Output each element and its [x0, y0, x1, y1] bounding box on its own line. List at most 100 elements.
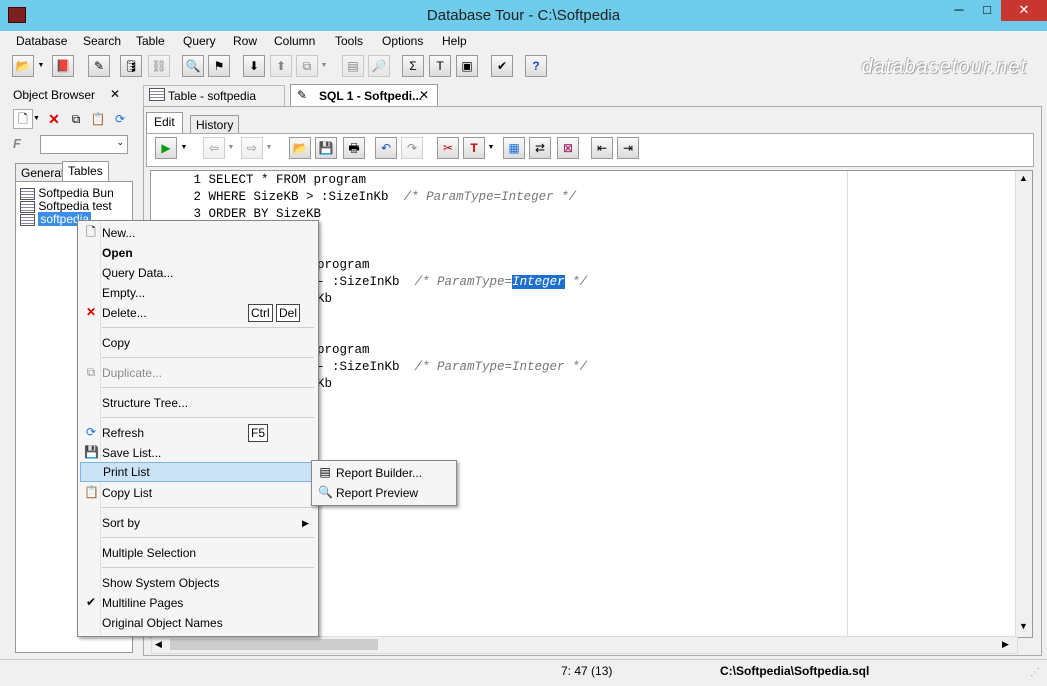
menu-help[interactable]: Help [442, 34, 467, 48]
vertical-scrollbar[interactable]: ▲ ▼ [1015, 171, 1032, 637]
edit-query-icon[interactable]: ✎ [88, 55, 110, 77]
tab-table-softpedia[interactable]: Table - softpedia [143, 85, 285, 106]
menu-item-multiline-pages[interactable]: ✔ Multiline Pages [80, 593, 314, 613]
menu-item-structure-tree[interactable]: Structure Tree... [80, 393, 314, 413]
forward-icon[interactable]: ⇨ [241, 137, 263, 159]
menu-label: Refresh [102, 426, 145, 440]
tab-tables[interactable]: Tables [62, 161, 109, 182]
import-icon[interactable]: ⬇ [243, 55, 265, 77]
execute-dropdown[interactable]: ▼ [179, 137, 189, 159]
menu-query[interactable]: Query [183, 34, 216, 48]
disconnect-icon[interactable]: ⛓ [148, 55, 170, 77]
tab-sql-1[interactable]: ✎ SQL 1 - Softpedi... ✕ [290, 84, 438, 107]
report-icon[interactable]: ▤ [342, 55, 364, 77]
duplicate-object-icon[interactable]: ⧉ [66, 109, 86, 129]
list-item[interactable]: Softpedia test [20, 199, 112, 213]
execute-icon[interactable]: ▶ [155, 137, 177, 159]
tab-edit[interactable]: Edit [146, 112, 183, 133]
delete-object-icon[interactable]: ✕ [44, 109, 64, 129]
back-icon[interactable]: ⇦ [203, 137, 225, 159]
clear-params-icon[interactable]: ✂ [437, 137, 459, 159]
menu-row[interactable]: Row [233, 34, 257, 48]
new-object-icon[interactable]: 🗋 [13, 109, 33, 129]
menu-item-report-preview[interactable]: 🔍 Report Preview [314, 483, 452, 503]
open-file-icon[interactable]: 📂 [289, 137, 311, 159]
menu-item-report-builder[interactable]: ▤ Report Builder... [314, 463, 452, 483]
open-database-icon[interactable]: 📂 [12, 55, 34, 77]
print-icon[interactable]: 🖶 [343, 137, 365, 159]
code-comment: /* ParamType=Integer */ [403, 190, 577, 204]
menu-label: Report Builder... [336, 466, 423, 480]
menu-label: Copy [102, 336, 131, 350]
menu-item-sort-by[interactable]: Sort by ▶ [80, 513, 314, 533]
database-icon[interactable]: 🛢 [120, 55, 142, 77]
close-results-icon[interactable]: ⊠ [557, 137, 579, 159]
menu-item-print-list[interactable]: Print List [80, 462, 314, 482]
menu-tools[interactable]: Tools [335, 34, 363, 48]
export-icon[interactable]: ⬆ [270, 55, 292, 77]
minimize-button[interactable]: ─ [945, 0, 973, 21]
menu-item-save-list[interactable]: 💾 Save List... [80, 443, 314, 463]
menu-column[interactable]: Column [274, 34, 315, 48]
close-database-icon[interactable]: 📕 [52, 55, 74, 77]
copy-records-icon[interactable]: ⧉ [296, 55, 318, 77]
help-icon[interactable]: ? [525, 55, 547, 77]
menu-item-query-data[interactable]: Query Data... [80, 263, 314, 283]
menu-options[interactable]: Options [382, 34, 423, 48]
menu-item-empty[interactable]: Empty... [80, 283, 314, 303]
menu-item-open[interactable]: Open [80, 243, 314, 263]
scroll-left-icon[interactable]: ◀ [155, 639, 162, 650]
scroll-thumb[interactable] [170, 639, 378, 650]
scroll-up-icon[interactable]: ▲ [1019, 173, 1028, 183]
save-file-icon[interactable]: 💾 [315, 137, 337, 159]
open-database-dropdown[interactable]: ▼ [36, 55, 46, 77]
resize-grip-icon[interactable]: ⋰ [1030, 667, 1040, 678]
bookmark-icon[interactable]: ⚑ [208, 55, 230, 77]
magnifier-icon: 🔍 [318, 485, 333, 499]
tab-close-icon[interactable]: ✕ [419, 88, 429, 102]
indent-icon[interactable]: ⇥ [617, 137, 639, 159]
text-format-dropdown[interactable]: ▼ [486, 137, 496, 159]
check-icon[interactable]: ✔ [491, 55, 513, 77]
text-format-icon[interactable]: T [463, 137, 485, 159]
menu-label: Print List [103, 465, 150, 479]
copy-object-icon[interactable]: 📋 [88, 109, 108, 129]
back-dropdown[interactable]: ▼ [226, 137, 236, 159]
outdent-icon[interactable]: ⇤ [591, 137, 613, 159]
undo-icon[interactable]: ↶ [375, 137, 397, 159]
menu-item-refresh[interactable]: ⟳ Refresh F5 [80, 423, 314, 443]
horizontal-scrollbar[interactable]: ◀ ▶ [151, 636, 1018, 654]
tab-history[interactable]: History [190, 115, 240, 134]
menu-item-original-object-names[interactable]: Original Object Names [80, 613, 314, 633]
new-object-dropdown[interactable]: ▼ [33, 109, 42, 129]
menu-item-copy[interactable]: Copy [80, 333, 314, 353]
menu-item-new[interactable]: 🗋 New... [80, 223, 314, 243]
scroll-right-icon[interactable]: ▶ [1002, 639, 1009, 650]
menu-search[interactable]: Search [83, 34, 121, 48]
find-icon[interactable]: 🔍 [182, 55, 204, 77]
list-item[interactable]: Softpedia Bun [20, 186, 114, 200]
copy-records-dropdown[interactable]: ▼ [319, 55, 329, 77]
scroll-down-icon[interactable]: ▼ [1019, 621, 1028, 631]
preview-icon[interactable]: 🔎 [368, 55, 390, 77]
object-browser-close-icon[interactable]: ✕ [110, 87, 120, 101]
forward-dropdown[interactable]: ▼ [264, 137, 274, 159]
refresh-icon[interactable]: ⟳ [110, 109, 130, 129]
grid-icon[interactable]: ▦ [503, 137, 525, 159]
redo-icon[interactable]: ↷ [401, 137, 423, 159]
text-icon[interactable]: T [429, 55, 451, 77]
filter-combobox[interactable]: ⌄ [40, 135, 128, 154]
menu-database[interactable]: Database [16, 34, 67, 48]
menu-item-delete[interactable]: ✕ Delete... Ctrl Del [80, 303, 314, 323]
code-text: program [317, 258, 370, 272]
menu-table[interactable]: Table [136, 34, 165, 48]
menu-item-copy-list[interactable]: 📋 Copy List [80, 483, 314, 503]
maximize-button[interactable]: □ [973, 0, 1001, 21]
sum-icon[interactable]: Σ [402, 55, 424, 77]
close-button[interactable]: ✕ [1001, 0, 1047, 21]
right-margin-line [847, 171, 848, 637]
menu-item-multiple-selection[interactable]: Multiple Selection [80, 543, 314, 563]
transaction-icon[interactable]: ⇄ [529, 137, 551, 159]
form-icon[interactable]: ▣ [456, 55, 478, 77]
menu-item-show-system-objects[interactable]: Show System Objects [80, 573, 314, 593]
